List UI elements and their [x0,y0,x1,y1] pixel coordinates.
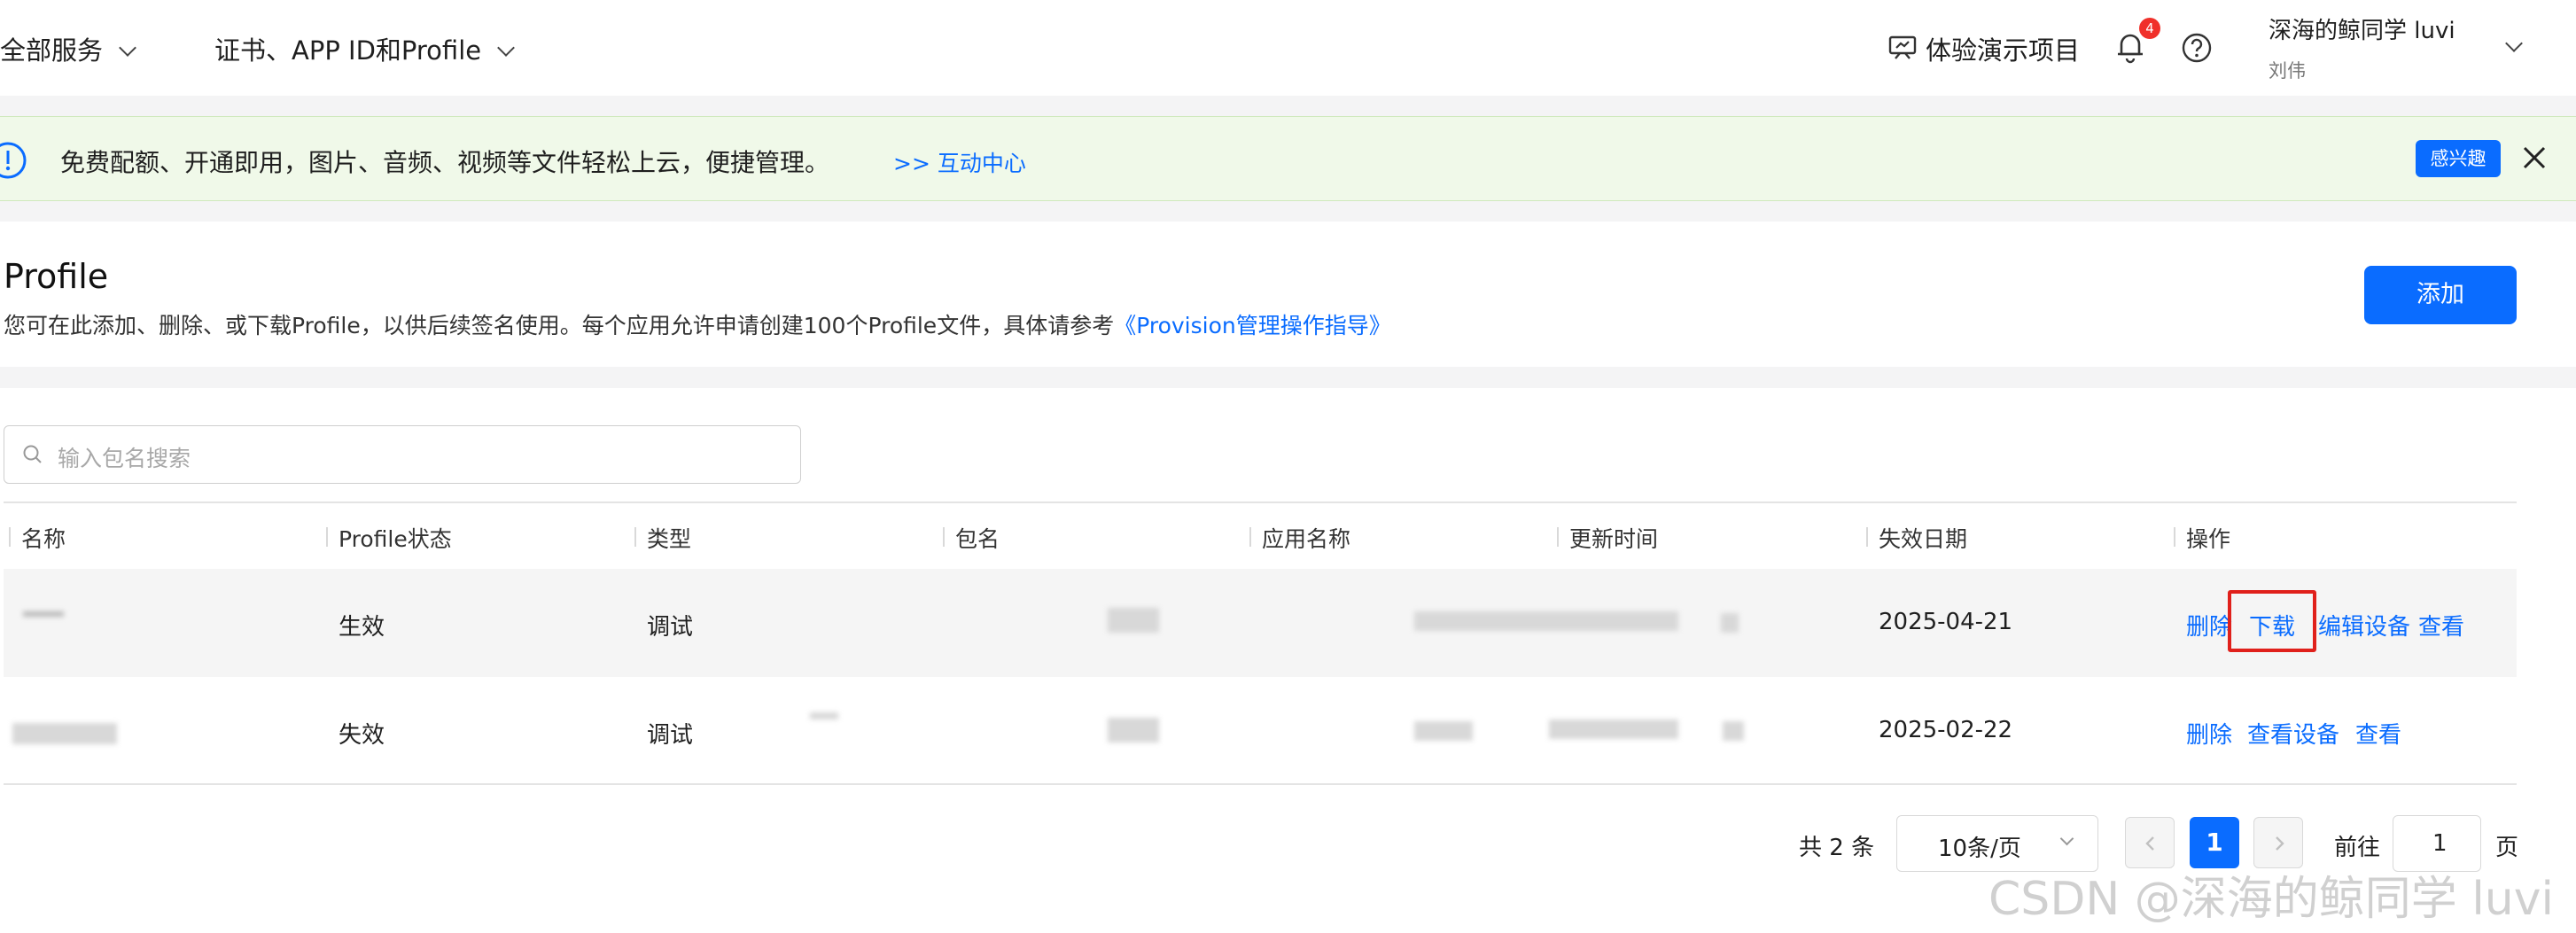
expiry-cell: 2025-04-21 [1879,609,2013,635]
column-separator [943,527,945,547]
search-icon [22,444,43,465]
status-cell: 生效 [339,614,385,641]
notice-link[interactable]: >> 互动中心 [893,146,1026,178]
all-services-label: 全部服务 [0,35,104,66]
column-header-package: 包名 [955,526,1000,552]
info-icon [0,140,28,181]
redacted-time [1549,719,1678,739]
redacted-text [810,712,838,719]
demo-link[interactable]: 体验演示项目 [1926,30,2080,67]
status-cell: 失效 [339,722,385,749]
column-separator [1866,527,1868,547]
cert-menu[interactable]: 证书、APP ID和Profile [214,30,516,67]
page-size-value: 10条/页 [1938,836,2021,862]
goto-page-value: 1 [2432,830,2448,857]
redacted-app-name [1414,611,1678,631]
add-button[interactable]: 添加 [2364,266,2517,324]
type-cell: 调试 [647,722,694,749]
pagination-total: 共 2 条 [1799,835,1875,861]
chevron-right-icon [2270,835,2288,852]
column-header-updated: 更新时间 [1569,526,1659,552]
expiry-cell: 2025-02-22 [1879,717,2013,743]
column-separator [634,527,636,547]
redacted-time [1721,613,1739,633]
column-separator [1249,527,1251,547]
redacted-name [23,611,64,617]
csdn-watermark: CSDN @深海的鲸同学 luvi [1988,873,2554,926]
column-header-actions: 操作 [2186,526,2231,552]
view-devices-link[interactable]: 查看设备 [2247,717,2339,750]
download-link[interactable]: 下载 [2249,609,2295,641]
redacted-name [12,723,117,744]
column-separator [2174,527,2175,547]
chevron-down-icon [497,39,516,57]
view-link[interactable]: 查看 [2418,609,2464,641]
page-title: Profile [4,257,109,296]
search-input[interactable]: 输入包名搜索 [4,425,801,484]
edit-devices-link[interactable]: 编辑设备 [2318,609,2410,641]
delete-link[interactable]: 删除 [2186,717,2232,750]
notice-text: 免费配额、开通即用，图片、音频、视频等文件轻松上云，便捷管理。 [60,148,830,177]
notification-badge: 4 [2139,18,2160,39]
column-header-type: 类型 [647,526,692,552]
column-header-expiry: 失效日期 [1879,526,1968,552]
help-icon[interactable] [2181,32,2213,64]
divider [4,783,2517,785]
interest-button[interactable]: 感兴趣 [2416,140,2501,177]
redacted-app-name [1414,721,1473,741]
provision-guide-link[interactable]: 《Provision管理操作指导》 [1114,313,1391,338]
column-separator [326,527,328,547]
all-services-menu[interactable]: 全部服务 [0,30,137,67]
page-description: 您可在此添加、删除、或下载Profile，以供后续签名使用。每个应用允许申请创建… [4,308,1391,340]
chevron-left-icon [2142,835,2160,852]
view-link[interactable]: 查看 [2355,717,2401,750]
redacted-time [1723,721,1744,741]
page-suffix: 页 [2495,835,2519,861]
demo-icon [1887,32,1918,62]
user-name[interactable]: 深海的鲸同学 luvi [2269,12,2455,45]
column-header-status: Profile状态 [339,526,452,552]
redacted-package [1108,718,1159,743]
column-separator [9,527,11,547]
chevron-down-icon [2059,831,2074,846]
column-separator [1557,527,1559,547]
user-subname: 刘伟 [2269,60,2306,82]
profile-header-card [0,222,2576,367]
chevron-down-icon [119,39,137,57]
column-header-name: 名称 [21,526,66,552]
close-icon[interactable] [2521,144,2548,171]
divider [4,501,2517,503]
delete-link[interactable]: 删除 [2186,609,2232,641]
goto-label: 前往 [2334,835,2381,861]
redacted-package [1108,608,1159,633]
cert-menu-label: 证书、APP ID和Profile [214,35,482,66]
type-cell: 调试 [647,614,694,641]
page-description-text: 您可在此添加、删除、或下载Profile，以供后续签名使用。每个应用允许申请创建… [4,313,1115,338]
column-header-app-name: 应用名称 [1262,526,1351,552]
search-placeholder: 输入包名搜索 [58,446,191,471]
